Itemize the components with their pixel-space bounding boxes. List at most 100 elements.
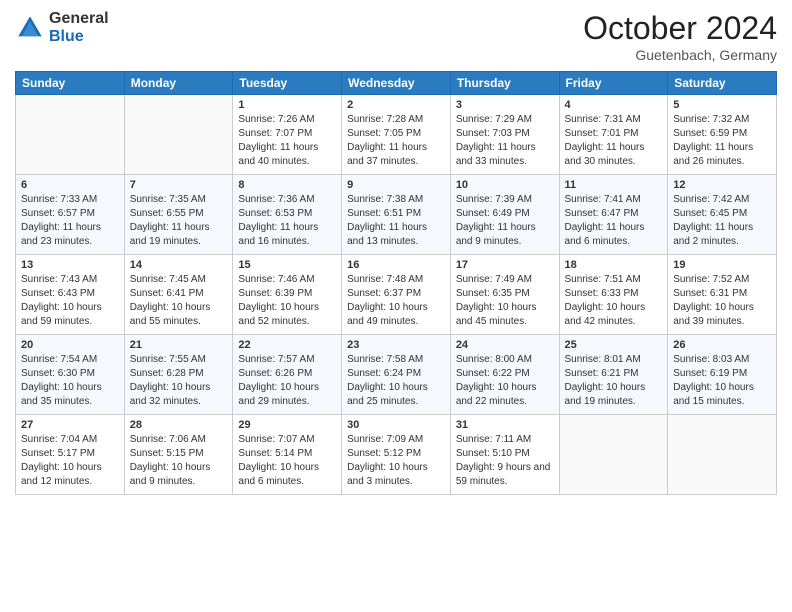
calendar-week-4: 20 Sunrise: 7:54 AMSunset: 6:30 PMDayligh… bbox=[16, 335, 777, 415]
header-saturday: Saturday bbox=[668, 72, 777, 95]
day-info: Sunrise: 7:07 AMSunset: 5:14 PMDaylight:… bbox=[238, 433, 336, 489]
calendar-cell: 19 Sunrise: 7:52 AMSunset: 6:31 PMDayligh… bbox=[668, 255, 777, 335]
calendar-week-2: 6 Sunrise: 7:33 AMSunset: 6:57 PMDaylight… bbox=[16, 175, 777, 255]
logo: General Blue bbox=[15, 10, 109, 45]
calendar-cell: 27 Sunrise: 7:04 AMSunset: 5:17 PMDayligh… bbox=[16, 415, 125, 495]
calendar-cell: 20 Sunrise: 7:54 AMSunset: 6:30 PMDayligh… bbox=[16, 335, 125, 415]
day-info: Sunrise: 7:52 AMSunset: 6:31 PMDaylight:… bbox=[673, 273, 771, 329]
day-info: Sunrise: 8:01 AMSunset: 6:21 PMDaylight:… bbox=[565, 353, 663, 409]
day-info: Sunrise: 7:41 AMSunset: 6:47 PMDaylight:… bbox=[565, 193, 663, 249]
day-info: Sunrise: 7:49 AMSunset: 6:35 PMDaylight:… bbox=[456, 273, 554, 329]
day-info: Sunrise: 7:54 AMSunset: 6:30 PMDaylight:… bbox=[21, 353, 119, 409]
day-number: 12 bbox=[673, 179, 771, 191]
day-info: Sunrise: 7:45 AMSunset: 6:41 PMDaylight:… bbox=[130, 273, 228, 329]
calendar-cell: 21 Sunrise: 7:55 AMSunset: 6:28 PMDayligh… bbox=[124, 335, 233, 415]
logo-text: General Blue bbox=[49, 10, 109, 45]
day-info: Sunrise: 7:48 AMSunset: 6:37 PMDaylight:… bbox=[347, 273, 445, 329]
day-info: Sunrise: 7:38 AMSunset: 6:51 PMDaylight:… bbox=[347, 193, 445, 249]
day-number: 3 bbox=[456, 99, 554, 111]
day-number: 11 bbox=[565, 179, 663, 191]
calendar-cell: 12Sunrise: 7:42 AMSunset: 6:45 PMDayligh… bbox=[668, 175, 777, 255]
calendar-cell: 3 Sunrise: 7:29 AMSunset: 7:03 PMDaylight… bbox=[450, 95, 559, 175]
calendar-week-5: 27 Sunrise: 7:04 AMSunset: 5:17 PMDayligh… bbox=[16, 415, 777, 495]
calendar-cell: 28 Sunrise: 7:06 AMSunset: 5:15 PMDayligh… bbox=[124, 415, 233, 495]
day-info: Sunrise: 7:58 AMSunset: 6:24 PMDaylight:… bbox=[347, 353, 445, 409]
day-info: Sunrise: 7:35 AMSunset: 6:55 PMDaylight:… bbox=[130, 193, 228, 249]
day-number: 30 bbox=[347, 419, 445, 431]
calendar-cell: 16 Sunrise: 7:48 AMSunset: 6:37 PMDayligh… bbox=[342, 255, 451, 335]
calendar-cell: 29 Sunrise: 7:07 AMSunset: 5:14 PMDayligh… bbox=[233, 415, 342, 495]
day-number: 31 bbox=[456, 419, 554, 431]
day-info: Sunrise: 7:33 AMSunset: 6:57 PMDaylight:… bbox=[21, 193, 119, 249]
day-info: Sunrise: 7:55 AMSunset: 6:28 PMDaylight:… bbox=[130, 353, 228, 409]
calendar-cell bbox=[16, 95, 125, 175]
day-number: 24 bbox=[456, 339, 554, 351]
day-number: 20 bbox=[21, 339, 119, 351]
calendar-cell: 23Sunrise: 7:58 AMSunset: 6:24 PMDayligh… bbox=[342, 335, 451, 415]
calendar-cell: 24Sunrise: 8:00 AMSunset: 6:22 PMDayligh… bbox=[450, 335, 559, 415]
day-info: Sunrise: 7:36 AMSunset: 6:53 PMDaylight:… bbox=[238, 193, 336, 249]
header-friday: Friday bbox=[559, 72, 668, 95]
calendar-cell: 11 Sunrise: 7:41 AMSunset: 6:47 PMDayligh… bbox=[559, 175, 668, 255]
calendar-cell: 26Sunrise: 8:03 AMSunset: 6:19 PMDayligh… bbox=[668, 335, 777, 415]
calendar-cell bbox=[668, 415, 777, 495]
day-info: Sunrise: 7:31 AMSunset: 7:01 PMDaylight:… bbox=[565, 113, 663, 169]
day-info: Sunrise: 7:29 AMSunset: 7:03 PMDaylight:… bbox=[456, 113, 554, 169]
day-info: Sunrise: 8:03 AMSunset: 6:19 PMDaylight:… bbox=[673, 353, 771, 409]
day-number: 17 bbox=[456, 259, 554, 271]
header-wednesday: Wednesday bbox=[342, 72, 451, 95]
day-info: Sunrise: 7:32 AMSunset: 6:59 PMDaylight:… bbox=[673, 113, 771, 169]
calendar-cell: 5 Sunrise: 7:32 AMSunset: 6:59 PMDaylight… bbox=[668, 95, 777, 175]
logo-general: General bbox=[49, 10, 109, 28]
day-number: 22 bbox=[238, 339, 336, 351]
day-number: 19 bbox=[673, 259, 771, 271]
day-number: 10 bbox=[456, 179, 554, 191]
day-info: Sunrise: 7:04 AMSunset: 5:17 PMDaylight:… bbox=[21, 433, 119, 489]
day-info: Sunrise: 7:11 AMSunset: 5:10 PMDaylight:… bbox=[456, 433, 554, 489]
day-number: 16 bbox=[347, 259, 445, 271]
page-header: General Blue October 2024 Guetenbach, Ge… bbox=[15, 10, 777, 63]
logo-icon bbox=[15, 13, 45, 43]
day-number: 1 bbox=[238, 99, 336, 111]
title-area: October 2024 Guetenbach, Germany bbox=[583, 10, 777, 63]
day-info: Sunrise: 7:28 AMSunset: 7:05 PMDaylight:… bbox=[347, 113, 445, 169]
day-number: 28 bbox=[130, 419, 228, 431]
day-info: Sunrise: 7:06 AMSunset: 5:15 PMDaylight:… bbox=[130, 433, 228, 489]
day-number: 8 bbox=[238, 179, 336, 191]
calendar-cell: 15 Sunrise: 7:46 AMSunset: 6:39 PMDayligh… bbox=[233, 255, 342, 335]
day-number: 2 bbox=[347, 99, 445, 111]
calendar-cell: 10 Sunrise: 7:39 AMSunset: 6:49 PMDayligh… bbox=[450, 175, 559, 255]
day-number: 21 bbox=[130, 339, 228, 351]
header-thursday: Thursday bbox=[450, 72, 559, 95]
header-monday: Monday bbox=[124, 72, 233, 95]
location: Guetenbach, Germany bbox=[583, 47, 777, 63]
calendar-cell: 18Sunrise: 7:51 AMSunset: 6:33 PMDayligh… bbox=[559, 255, 668, 335]
day-number: 5 bbox=[673, 99, 771, 111]
calendar-cell bbox=[124, 95, 233, 175]
day-number: 29 bbox=[238, 419, 336, 431]
header-sunday: Sunday bbox=[16, 72, 125, 95]
day-info: Sunrise: 7:46 AMSunset: 6:39 PMDaylight:… bbox=[238, 273, 336, 329]
calendar-cell: 9Sunrise: 7:38 AMSunset: 6:51 PMDaylight… bbox=[342, 175, 451, 255]
day-number: 27 bbox=[21, 419, 119, 431]
calendar-cell: 2 Sunrise: 7:28 AMSunset: 7:05 PMDaylight… bbox=[342, 95, 451, 175]
calendar-cell: 7 Sunrise: 7:35 AMSunset: 6:55 PMDaylight… bbox=[124, 175, 233, 255]
header-tuesday: Tuesday bbox=[233, 72, 342, 95]
month-title: October 2024 bbox=[583, 10, 777, 47]
calendar-cell: 4 Sunrise: 7:31 AMSunset: 7:01 PMDaylight… bbox=[559, 95, 668, 175]
calendar-week-3: 13 Sunrise: 7:43 AMSunset: 6:43 PMDayligh… bbox=[16, 255, 777, 335]
logo-blue: Blue bbox=[49, 28, 109, 46]
day-number: 7 bbox=[130, 179, 228, 191]
day-number: 14 bbox=[130, 259, 228, 271]
day-info: Sunrise: 7:43 AMSunset: 6:43 PMDaylight:… bbox=[21, 273, 119, 329]
day-number: 13 bbox=[21, 259, 119, 271]
calendar-table: Sunday Monday Tuesday Wednesday Thursday… bbox=[15, 71, 777, 495]
day-number: 25 bbox=[565, 339, 663, 351]
calendar-cell: 13 Sunrise: 7:43 AMSunset: 6:43 PMDayligh… bbox=[16, 255, 125, 335]
day-number: 6 bbox=[21, 179, 119, 191]
calendar-cell: 14 Sunrise: 7:45 AMSunset: 6:41 PMDayligh… bbox=[124, 255, 233, 335]
calendar-cell: 1Sunrise: 7:26 AMSunset: 7:07 PMDaylight… bbox=[233, 95, 342, 175]
day-info: Sunrise: 7:39 AMSunset: 6:49 PMDaylight:… bbox=[456, 193, 554, 249]
day-number: 4 bbox=[565, 99, 663, 111]
day-number: 15 bbox=[238, 259, 336, 271]
